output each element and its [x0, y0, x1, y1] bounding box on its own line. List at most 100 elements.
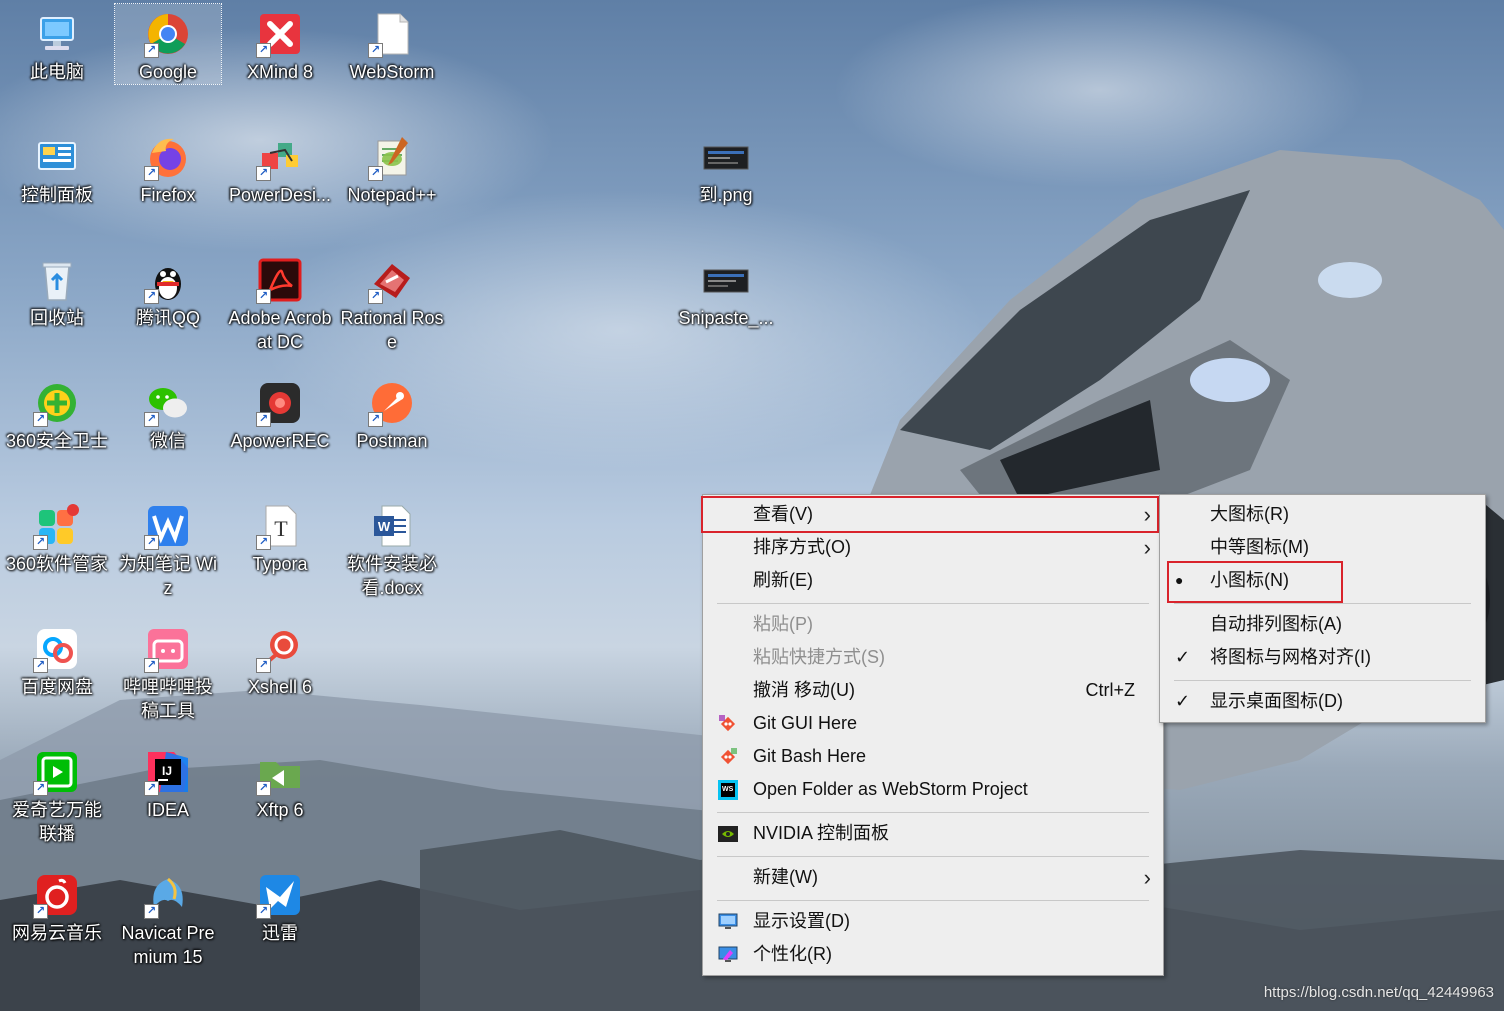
baidu-netdisk-icon: ↗: [33, 625, 81, 673]
desktop-icon-recycle-bin[interactable]: 回收站: [4, 250, 110, 330]
menu-item-undo-move[interactable]: 撤消 移动(U) Ctrl+Z: [703, 674, 1163, 707]
submenu-item-show-desktop-icons[interactable]: ✓ 显示桌面图标(D): [1160, 685, 1485, 718]
desktop-icon-idea[interactable]: IJ ↗ IDEA: [115, 742, 221, 822]
desktop-icon-iqiyi[interactable]: ↗ 爱奇艺万能联播: [4, 742, 110, 846]
desktop-icon-xunlei[interactable]: ↗ 迅雷: [227, 865, 333, 945]
menu-item-git-gui[interactable]: Git GUI Here: [703, 707, 1163, 740]
submenu-item-medium-icons[interactable]: 中等图标(M): [1160, 531, 1485, 564]
apowerrec-icon: ↗: [256, 379, 304, 427]
shortcut-arrow-icon: ↗: [33, 904, 48, 919]
menu-item-personalize[interactable]: 个性化(R): [703, 938, 1163, 971]
shortcut-arrow-icon: ↗: [368, 166, 383, 181]
360-safe-icon: ↗: [33, 379, 81, 427]
navicat-icon: ↗: [144, 871, 192, 919]
desktop-icon-label: 网易云音乐: [12, 923, 102, 943]
shortcut-arrow-icon: ↗: [144, 535, 159, 550]
menu-item-label: Open Folder as WebStorm Project: [753, 779, 1028, 799]
shortcut-arrow-icon: ↗: [256, 535, 271, 550]
nvidia-icon: [718, 826, 738, 842]
desktop-icon-this-pc[interactable]: 此电脑: [4, 4, 110, 84]
rational-rose-icon: ↗: [368, 256, 416, 304]
menu-item-paste[interactable]: 粘贴(P): [703, 608, 1163, 641]
desktop-icon-xftp[interactable]: ↗ Xftp 6: [227, 742, 333, 822]
desktop-icon-label: Xshell 6: [247, 677, 313, 697]
shortcut-arrow-icon: ↗: [144, 166, 159, 181]
xshell-icon: ↗: [256, 625, 304, 673]
menu-item-paste-shortcut[interactable]: 粘贴快捷方式(S): [703, 641, 1163, 674]
desktop-icon-google[interactable]: ↗ Google: [114, 3, 222, 85]
desktop-icon-powerdesigner[interactable]: ↗ PowerDesi...: [227, 127, 333, 207]
desktop-icon-docx-file[interactable]: W 软件安装必看.docx: [339, 496, 445, 600]
svg-text:IJ: IJ: [162, 764, 172, 778]
control-panel-icon: [33, 133, 81, 181]
menu-separator: [1174, 603, 1471, 604]
desktop-icon-label: 为知笔记 Wiz: [119, 554, 217, 598]
menu-item-git-bash[interactable]: Git Bash Here: [703, 740, 1163, 773]
highlight-box: [701, 496, 1159, 533]
submenu-item-large-icons[interactable]: 大图标(R): [1160, 498, 1485, 531]
desktop-icon-netease-music[interactable]: ↗ 网易云音乐: [4, 865, 110, 945]
desktop-icon-label: Notepad++: [347, 185, 437, 205]
iqiyi-icon: ↗: [33, 748, 81, 796]
word-document-icon: W: [368, 502, 416, 550]
desktop-icon-bilibili[interactable]: ↗ 哔哩哔哩投稿工具: [115, 619, 221, 723]
shortcut-arrow-icon: ↗: [144, 781, 159, 796]
image-thumbnail-icon: [702, 256, 750, 304]
menu-item-label: Git GUI Here: [753, 713, 858, 733]
desktop-icon-label: 哔哩哔哩投稿工具: [123, 677, 213, 721]
submenu-item-align-to-grid[interactable]: ✓ 将图标与网格对齐(I): [1160, 641, 1485, 674]
desktop-icon-label: Firefox: [140, 185, 196, 205]
shortcut-arrow-icon: ↗: [256, 166, 271, 181]
desktop-icon-wiz[interactable]: ↗ 为知笔记 Wiz: [115, 496, 221, 600]
desktop-icon-notepadpp[interactable]: ↗ Notepad++: [339, 127, 445, 207]
desktop-icon-xmind[interactable]: ↗ XMind 8: [227, 4, 333, 84]
computer-icon: [33, 10, 81, 58]
shortcut-arrow-icon: ↗: [144, 412, 159, 427]
desktop-icon-rational-rose[interactable]: ↗ Rational Rose: [339, 250, 445, 354]
shortcut-arrow-icon: ↗: [256, 43, 271, 58]
git-icon: [720, 748, 737, 765]
watermark-text: https://blog.csdn.net/qq_42449963: [1263, 984, 1494, 1001]
desktop-icon-label: Rational Rose: [340, 308, 444, 352]
shortcut-arrow-icon: ↗: [33, 535, 48, 550]
menu-item-display-settings[interactable]: 显示设置(D): [703, 905, 1163, 938]
desktop-icon-wechat[interactable]: ↗ 微信: [115, 373, 221, 453]
svg-text:T: T: [274, 516, 288, 541]
desktop-icon-control-panel[interactable]: 控制面板: [4, 127, 110, 207]
desktop-icon-acrobat[interactable]: ↗ Adobe Acrobat DC: [227, 250, 333, 354]
menu-item-label: 撤消 移动(U): [753, 680, 855, 700]
shortcut-arrow-icon: ↗: [144, 658, 159, 673]
desktop-icon-360-software[interactable]: ↗ 360软件管家: [4, 496, 110, 576]
xunlei-bird-icon: ↗: [256, 871, 304, 919]
menu-item-label: NVIDIA 控制面板: [753, 823, 890, 843]
desktop-icon-png-file[interactable]: 到.png: [673, 127, 779, 207]
menu-separator: [717, 856, 1149, 857]
menu-item-open-webstorm[interactable]: WS Open Folder as WebStorm Project: [703, 773, 1163, 806]
desktop-icon-label: PowerDesi...: [228, 185, 332, 205]
desktop-icon-baidu-netdisk[interactable]: ↗ 百度网盘: [4, 619, 110, 699]
desktop-icon-postman[interactable]: ↗ Postman: [339, 373, 445, 453]
desktop-icon-label: Xftp 6: [256, 800, 304, 820]
menu-separator: [717, 603, 1149, 604]
desktop-icon-xshell[interactable]: ↗ Xshell 6: [227, 619, 333, 699]
desktop-icon-label: Navicat Premium 15: [121, 923, 215, 967]
desktop-icon-webstorm[interactable]: ↗ WebStorm: [339, 4, 445, 84]
desktop-icon-label: 回收站: [30, 308, 84, 328]
desktop-icon-apowerrec[interactable]: ↗ ApowerREC: [227, 373, 333, 453]
desktop-icon-snipaste-file[interactable]: Snipaste_...: [673, 250, 779, 330]
menu-item-label: 显示设置(D): [753, 911, 850, 931]
svg-text:WS: WS: [722, 786, 734, 793]
menu-item-label: 大图标(R): [1210, 504, 1289, 524]
menu-item-refresh[interactable]: 刷新(E): [703, 564, 1163, 597]
desktop-icon-label: 百度网盘: [21, 677, 93, 697]
desktop-icon-navicat[interactable]: ↗ Navicat Premium 15: [115, 865, 221, 969]
submenu-item-auto-arrange[interactable]: 自动排列图标(A): [1160, 608, 1485, 641]
menu-item-new[interactable]: 新建(W) ›: [703, 861, 1163, 894]
desktop-icon-360-safe[interactable]: ↗ 360安全卫士: [4, 373, 110, 453]
menu-item-sort-by[interactable]: 排序方式(O) ›: [703, 531, 1163, 564]
desktop-icon-typora[interactable]: T ↗ Typora: [227, 496, 333, 576]
menu-item-label: 刷新(E): [753, 570, 813, 590]
menu-item-nvidia[interactable]: NVIDIA 控制面板: [703, 817, 1163, 850]
desktop-icon-qq[interactable]: ↗ 腾讯QQ: [115, 250, 221, 330]
desktop-icon-firefox[interactable]: ↗ Firefox: [115, 127, 221, 207]
